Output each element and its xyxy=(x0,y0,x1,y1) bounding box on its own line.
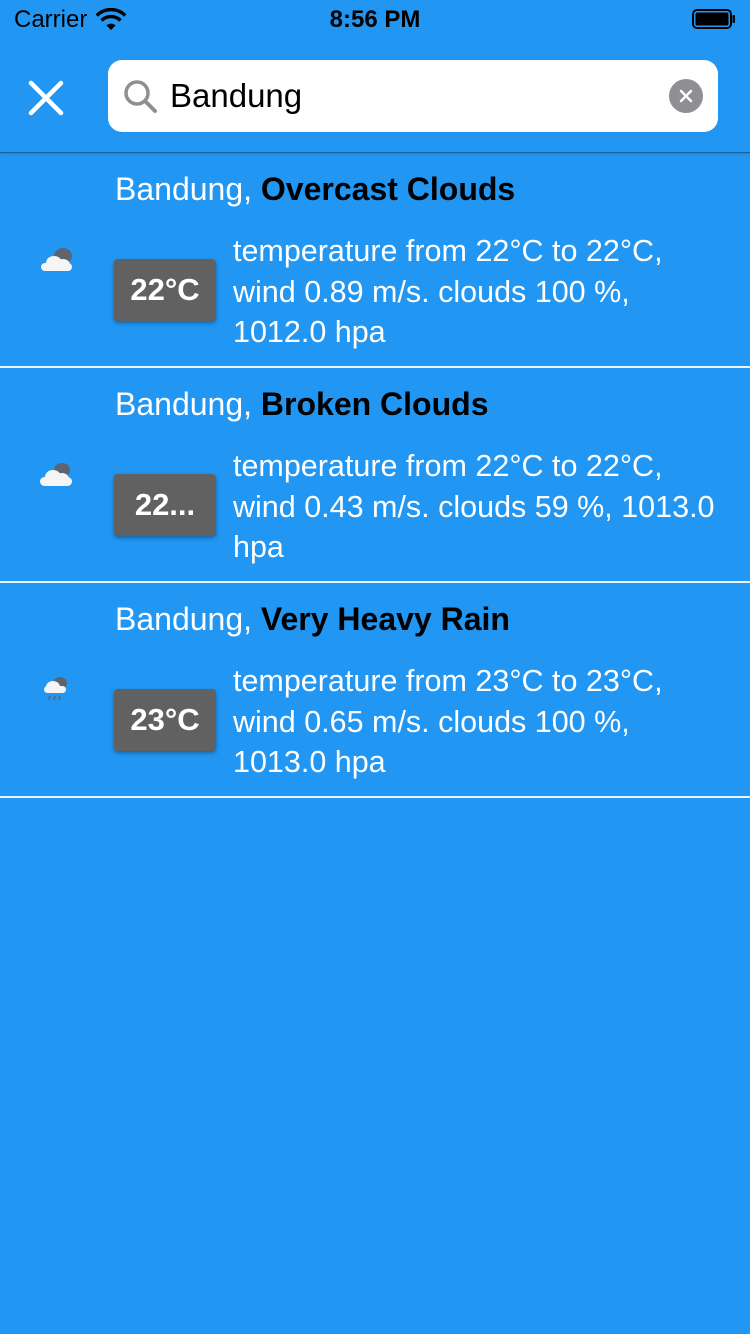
city-name: Bandung, xyxy=(115,386,261,422)
temperature-badge: 22... xyxy=(114,474,216,536)
result-title: Bandung, Broken Clouds xyxy=(115,386,488,423)
temperature-badge: 23°C xyxy=(114,689,216,751)
weather-condition: Overcast Clouds xyxy=(260,171,516,207)
close-button[interactable] xyxy=(22,74,70,122)
broken-clouds-icon xyxy=(40,463,72,486)
temperature-badge: 22°C xyxy=(114,259,216,321)
status-time: 8:56 PM xyxy=(329,6,421,33)
result-title: Bandung, Very Heavy Rain xyxy=(115,601,510,638)
overcast-clouds-icon xyxy=(41,248,72,271)
weather-result-row[interactable]: Bandung, Overcast Clouds 22°C temperatur… xyxy=(0,153,750,368)
clear-icon xyxy=(679,89,693,103)
weather-result-row[interactable]: Bandung, Very Heavy Rain 23°C temperatur… xyxy=(0,583,750,798)
weather-result-row[interactable]: Bandung, Broken Clouds 22... temperature… xyxy=(0,368,750,583)
city-name: Bandung, xyxy=(115,601,261,637)
weather-description: temperature from 23°C to 23°C, wind 0.65… xyxy=(233,664,663,779)
clear-search-button[interactable] xyxy=(669,79,703,113)
search-input[interactable] xyxy=(170,74,660,118)
close-icon xyxy=(28,80,64,116)
search-nav-bar xyxy=(0,40,750,153)
weather-condition: Very Heavy Rain xyxy=(260,601,510,637)
city-name: Bandung, xyxy=(115,171,261,207)
search-bar[interactable] xyxy=(108,60,718,132)
weather-results-list: Bandung, Overcast Clouds 22°C temperatur… xyxy=(0,153,750,798)
search-icon xyxy=(124,80,157,113)
result-title: Bandung, Overcast Clouds xyxy=(115,171,515,208)
status-bar: Carrier 8:56 PM xyxy=(0,0,750,40)
heavy-rain-icon xyxy=(44,677,67,701)
weather-description: temperature from 22°C to 22°C, wind 0.89… xyxy=(233,234,663,349)
battery-icon xyxy=(692,9,735,29)
weather-condition: Broken Clouds xyxy=(260,386,489,422)
weather-description: temperature from 22°C to 22°C, wind 0.43… xyxy=(233,449,715,564)
